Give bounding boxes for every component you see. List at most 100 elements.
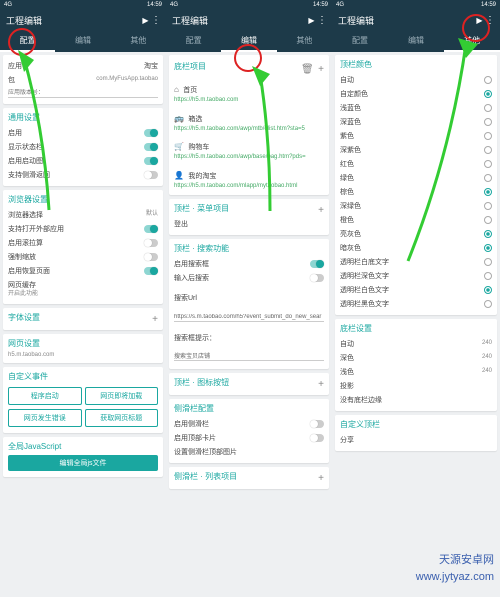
browser-select-value[interactable]: 默认 (146, 211, 158, 218)
section-iconbtn: 顶栏 · 图标按钮 (174, 377, 229, 388)
color-radio[interactable] (484, 202, 492, 210)
cache-label: 网页缓存 (8, 282, 36, 289)
tab-edit[interactable]: 编辑 (55, 31, 110, 52)
annotation-arrow (400, 36, 480, 266)
btn-page-error[interactable]: 网页发生错误 (8, 409, 82, 427)
app-title: 工程编辑 (6, 14, 42, 27)
btn-edit-js[interactable]: 编辑全局js文件 (8, 455, 158, 471)
color-radio[interactable] (484, 76, 492, 84)
section-search: 顶栏 · 搜索功能 (174, 243, 324, 254)
color-radio[interactable] (484, 188, 492, 196)
color-radio[interactable] (484, 216, 492, 224)
color-radio[interactable] (484, 258, 492, 266)
status-bar-3: 4G 14:59 (332, 0, 500, 10)
user-icon: 👤 (174, 171, 184, 180)
bus-icon: 🚌 (174, 114, 184, 123)
color-radio[interactable] (484, 104, 492, 112)
color-radio[interactable] (484, 230, 492, 238)
add-drawer-item-icon[interactable]: + (318, 473, 324, 484)
list-item[interactable]: 🚌 箱选https://h5.m.taobao.com/awp/mtb/olis… (174, 106, 324, 135)
statusbar-toggle[interactable] (144, 143, 158, 151)
search-after-input-toggle[interactable] (310, 274, 324, 282)
zoom-label: 强制缩放 (8, 252, 144, 262)
color-radio[interactable] (484, 272, 492, 280)
enable-drawer-toggle[interactable] (310, 420, 324, 428)
app-bar-2: 工程编辑 ▶ ⋮ (166, 10, 332, 31)
restore-toggle[interactable] (144, 267, 158, 275)
status-bar: 4G 14:59 (0, 0, 166, 10)
section-bottom-setting: 底栏设置 (340, 323, 492, 334)
color-radio[interactable] (484, 174, 492, 182)
cache-sub: 开启此功能 (8, 291, 38, 297)
search-hint-label: 搜索框提示： (174, 335, 216, 342)
btn-page-load[interactable]: 网页即将加载 (85, 387, 159, 405)
top-card-label: 启用顶部卡片 (174, 433, 310, 443)
watermark-text: 天源安卓网 (439, 551, 494, 567)
top-card-toggle[interactable] (310, 434, 324, 442)
watermark-url: www.jytyaz.com (416, 571, 494, 583)
add-menu-icon[interactable]: + (318, 205, 324, 216)
status-bar-2: 4G 14:59 (166, 0, 332, 10)
search-url-input[interactable] (174, 313, 324, 322)
annotation-arrow (250, 66, 290, 216)
color-radio[interactable] (484, 160, 492, 168)
play-icon-2[interactable]: ▶ (308, 16, 314, 25)
section-drawer: 侧滑栏配置 (174, 403, 324, 414)
section-events: 自定义事件 (8, 371, 158, 382)
home-icon: ⌂ (174, 85, 179, 94)
enable-search-label: 启用搜索框 (174, 259, 310, 269)
more-icon-2[interactable]: ⋮ (317, 15, 326, 26)
tab-config-3[interactable]: 配置 (332, 31, 388, 52)
play-icon[interactable]: ▶ (142, 16, 148, 25)
add-bottom-icon[interactable]: + (318, 64, 324, 75)
web-url: h5.m.taobao.com (8, 352, 158, 359)
color-radio[interactable] (484, 300, 492, 308)
package-value: com.MyFusApp.taobao (96, 76, 158, 83)
menu-logout[interactable]: 登出 (174, 219, 324, 229)
cart-icon: 🛒 (174, 142, 184, 151)
btn-get-title[interactable]: 获取网页标题 (85, 409, 159, 427)
add-iconbtn-icon[interactable]: + (318, 379, 324, 390)
zoom-toggle[interactable] (144, 253, 158, 261)
enable-search-toggle[interactable] (310, 260, 324, 268)
restore-label: 启用恢复页面 (8, 266, 144, 276)
section-js: 全局JavaScript (8, 441, 158, 452)
section-topmenu: 顶栏 · 菜单项目 (174, 203, 229, 214)
list-item[interactable]: 🛒 购物车https://h5.m.taobao.com/awp/base/ba… (174, 134, 324, 163)
external-app-label: 支持打开外部应用 (8, 224, 144, 234)
drawer-img-label[interactable]: 设置侧滑栏顶部图片 (174, 447, 324, 457)
external-app-toggle[interactable] (144, 225, 158, 233)
color-radio[interactable] (484, 286, 492, 294)
color-radio[interactable] (484, 244, 492, 252)
color-radio[interactable] (484, 90, 492, 98)
pull-toggle[interactable] (144, 239, 158, 247)
app-name-value: 淘宝 (144, 61, 158, 71)
share-label[interactable]: 分享 (340, 435, 492, 445)
pull-label: 启用滚拉算 (8, 238, 144, 248)
section-custom-topbar: 自定义顶栏 (340, 419, 492, 430)
swipe-toggle[interactable] (144, 171, 158, 179)
color-radio[interactable] (484, 146, 492, 154)
color-radio[interactable] (484, 118, 492, 126)
enable-drawer-label: 启用侧滑栏 (174, 419, 310, 429)
list-item[interactable]: ⌂ 首页https://h5.m.taobao.com (174, 77, 324, 106)
section-font: 字体设置 (8, 312, 40, 323)
annotation-arrow (14, 50, 64, 220)
pane-edit: 4G 14:59 工程编辑 ▶ ⋮ 配置 编辑 其他 底栏项目🗑 + ⌂ 首页h… (166, 0, 332, 597)
color-radio[interactable] (484, 132, 492, 140)
enable-toggle[interactable] (144, 129, 158, 137)
list-item[interactable]: 👤 我的淘宝https://h5.m.taobao.com/mlapp/myta… (174, 163, 324, 192)
font-add-icon[interactable]: + (152, 314, 158, 325)
section-drawer-list: 侧滑栏 · 列表项目 (174, 471, 237, 482)
btn-app-start[interactable]: 程序启动 (8, 387, 82, 405)
delete-all-icon[interactable]: 🗑 (301, 64, 314, 75)
section-web: 网页设置 (8, 338, 158, 349)
tab-other[interactable]: 其他 (111, 31, 166, 52)
status-time: 14:59 (147, 2, 162, 8)
search-url-label: 搜索Url (174, 295, 197, 302)
more-icon[interactable]: ⋮ (151, 15, 160, 26)
search-hint-input[interactable] (174, 352, 324, 361)
splash-toggle[interactable] (144, 157, 158, 165)
tab-config-2[interactable]: 配置 (166, 31, 221, 52)
tab-other-2[interactable]: 其他 (277, 31, 332, 52)
